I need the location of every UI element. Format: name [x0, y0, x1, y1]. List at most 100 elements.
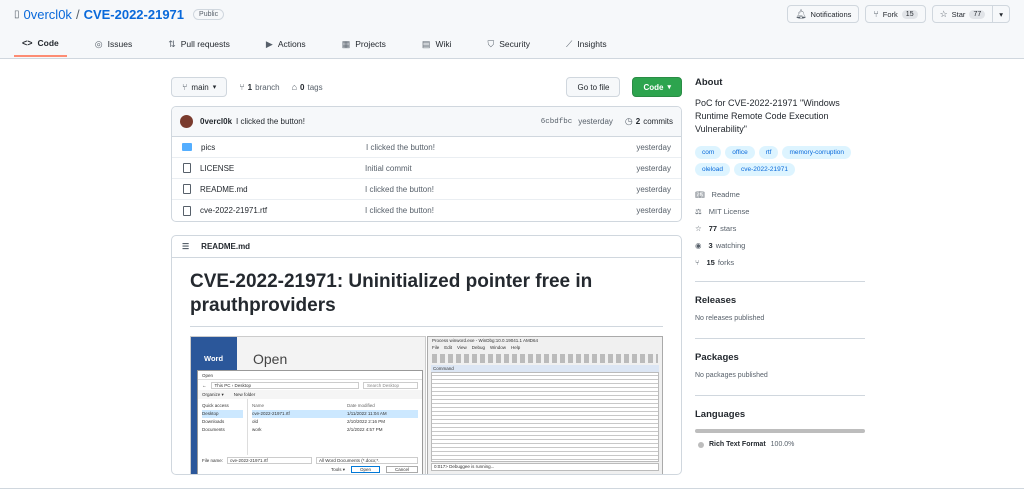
about-title: About	[695, 77, 723, 88]
dialog-search[interactable]: Search Desktop	[363, 381, 418, 389]
tab-label: Code	[37, 38, 59, 48]
readme-filename[interactable]: README.md	[201, 242, 250, 251]
column-name[interactable]: Name	[252, 402, 347, 410]
license-link[interactable]: ⚖︎ MIT License	[695, 203, 865, 220]
dialog-title: Open	[198, 371, 422, 380]
word-label: Word	[204, 354, 224, 363]
language-item[interactable]: Rich Text Format 100.0%	[698, 441, 865, 448]
tab-issues[interactable]: ◎ Issues	[87, 37, 140, 57]
dialog-cancel-button[interactable]: Cancel	[385, 466, 418, 473]
dialog-file-name[interactable]: cve-2022-21971.rtf	[252, 410, 347, 418]
packages-section: Packages No packages published	[695, 338, 865, 379]
nav-item[interactable]: Downloads	[202, 418, 243, 426]
file-row[interactable]: cve-2022-21971.rtf I clicked the button!…	[172, 200, 681, 221]
commit-author[interactable]: 0vercl0k	[200, 117, 232, 126]
packages-title[interactable]: Packages	[695, 352, 865, 363]
topic-tag[interactable]: rtf	[758, 146, 779, 159]
topic-tag[interactable]: oleload	[695, 163, 730, 176]
windbg-window: Process winword.exe - WinDbg:10.0.19041.…	[427, 336, 663, 474]
file-name[interactable]: README.md	[200, 185, 365, 194]
file-name[interactable]: LICENSE	[200, 164, 365, 173]
repo-name-link[interactable]: CVE-2022-21971	[84, 7, 184, 22]
watching-link[interactable]: ◉ 3 watching	[695, 237, 865, 254]
column-date[interactable]: Date modified	[347, 402, 375, 410]
tab-actions[interactable]: ▶ Actions	[258, 37, 314, 57]
fork-button[interactable]: ⑂ Fork 15	[865, 5, 926, 23]
stars-link[interactable]: ☆ 77 stars	[695, 220, 865, 237]
repo-owner-link[interactable]: 0vercl0k	[24, 7, 72, 22]
topic-tag[interactable]: office	[725, 146, 755, 159]
dialog-file-name[interactable]: old	[252, 418, 347, 426]
readme-link[interactable]: 📖︎ Readme	[695, 186, 865, 203]
dialog-open-button[interactable]: Open	[350, 466, 380, 473]
tab-code[interactable]: <> Code	[14, 37, 67, 57]
dialog-file-name[interactable]: work	[252, 426, 347, 434]
file-name[interactable]: pics	[201, 143, 366, 152]
repo-tabs: <> Code ◎ Issues ⇅ Pull requests ▶ Actions ▦…	[14, 37, 615, 57]
branch-select-button[interactable]: ⑂ main ▾	[171, 77, 228, 97]
commit-message[interactable]: I clicked the button!	[236, 117, 305, 126]
windbg-menu-item[interactable]: File	[432, 345, 439, 353]
windbg-menu-item[interactable]: View	[457, 345, 467, 353]
file-commit-message[interactable]: I clicked the button!	[365, 185, 636, 194]
graph-icon: ⟋	[565, 38, 573, 49]
file-commit-message[interactable]: Initial commit	[365, 164, 636, 173]
tab-wiki[interactable]: ▤ Wiki	[414, 37, 460, 57]
word-open-heading: Open	[253, 351, 288, 367]
repo-icon: ▯	[14, 9, 20, 20]
code-button[interactable]: Code ▾	[632, 77, 682, 97]
organize-button[interactable]: Organize ▾	[202, 392, 224, 397]
windbg-prompt[interactable]: 0:017> Debuggee is running...	[431, 463, 659, 471]
windbg-menu-item[interactable]: Edit	[444, 345, 452, 353]
avatar[interactable]	[180, 115, 193, 128]
windbg-menu-item[interactable]: Help	[511, 345, 520, 353]
forks-link[interactable]: ⑂ 15 forks	[695, 254, 865, 271]
commit-hash[interactable]: 6cbdfbc	[541, 118, 573, 126]
list-icon[interactable]: ☰	[182, 242, 189, 251]
topic-tag[interactable]: memory-corruption	[782, 146, 852, 159]
file-commit-message[interactable]: I clicked the button!	[366, 143, 636, 152]
law-icon: ⚖︎	[695, 207, 702, 216]
topic-tag[interactable]: cve-2022-21971	[733, 163, 795, 176]
new-folder-button[interactable]: New folder	[234, 392, 256, 397]
star-label: Star	[951, 9, 966, 19]
notifications-button[interactable]: 🔔︎ Notifications	[787, 5, 860, 23]
star-dropdown-icon[interactable]: ▾	[992, 6, 1009, 22]
code-toolbar: ⑂ main ▾ ⑂ 1 branch ⌂ 0 tags Go to file …	[171, 77, 682, 97]
tools-button[interactable]: Tools ▾	[331, 467, 345, 473]
readme-heading: CVE-2022-21971: Uninitialized pointer fr…	[190, 270, 663, 327]
tab-projects[interactable]: ▦ Projects	[334, 37, 394, 57]
arrow-left-icon[interactable]: ←	[202, 383, 207, 388]
filename-label: File name:	[202, 457, 224, 463]
windbg-menu-item[interactable]: Window	[490, 345, 506, 353]
branches-label: branch	[255, 82, 280, 92]
windbg-menu-item[interactable]: Debug	[472, 345, 485, 353]
pull-request-icon: ⇅	[168, 38, 176, 49]
file-row[interactable]: LICENSE Initial commit yesterday	[172, 158, 681, 179]
go-to-file-button[interactable]: Go to file	[566, 77, 621, 97]
tab-security[interactable]: ⛉ Security	[480, 37, 538, 57]
tab-label: Actions	[277, 39, 306, 49]
file-icon	[183, 184, 191, 194]
commits-link[interactable]: ◷ 2 commits	[625, 116, 673, 127]
file-row[interactable]: README.md I clicked the button! yesterda…	[172, 179, 681, 200]
nav-item[interactable]: Documents	[202, 426, 243, 434]
forks-count: 15	[706, 258, 715, 267]
tab-insights[interactable]: ⟋ Insights	[558, 37, 615, 57]
tab-pull-requests[interactable]: ⇅ Pull requests	[160, 37, 238, 57]
star-button[interactable]: ☆ Star 77 ▾	[931, 5, 1010, 23]
tags-link[interactable]: ⌂ 0 tags	[292, 82, 323, 92]
dialog-path[interactable]: This PC › Desktop	[210, 381, 359, 389]
shield-icon: ⛉	[487, 38, 495, 49]
nav-item[interactable]: Quick access	[202, 402, 243, 410]
branches-link[interactable]: ⑂ 1 branch	[239, 82, 279, 92]
file-name[interactable]: cve-2022-21971.rtf	[200, 206, 365, 215]
file-date: yesterday	[636, 184, 671, 194]
nav-item[interactable]: Desktop	[202, 410, 243, 418]
topic-tag[interactable]: com	[695, 146, 722, 159]
filename-input[interactable]: cve-2022-21971.rtf	[227, 456, 313, 464]
file-row[interactable]: pics I clicked the button! yesterday	[172, 137, 681, 158]
releases-title[interactable]: Releases	[695, 295, 865, 306]
file-type-select[interactable]: All Word Documents (*.docx;*.	[316, 456, 418, 464]
file-commit-message[interactable]: I clicked the button!	[365, 206, 636, 215]
